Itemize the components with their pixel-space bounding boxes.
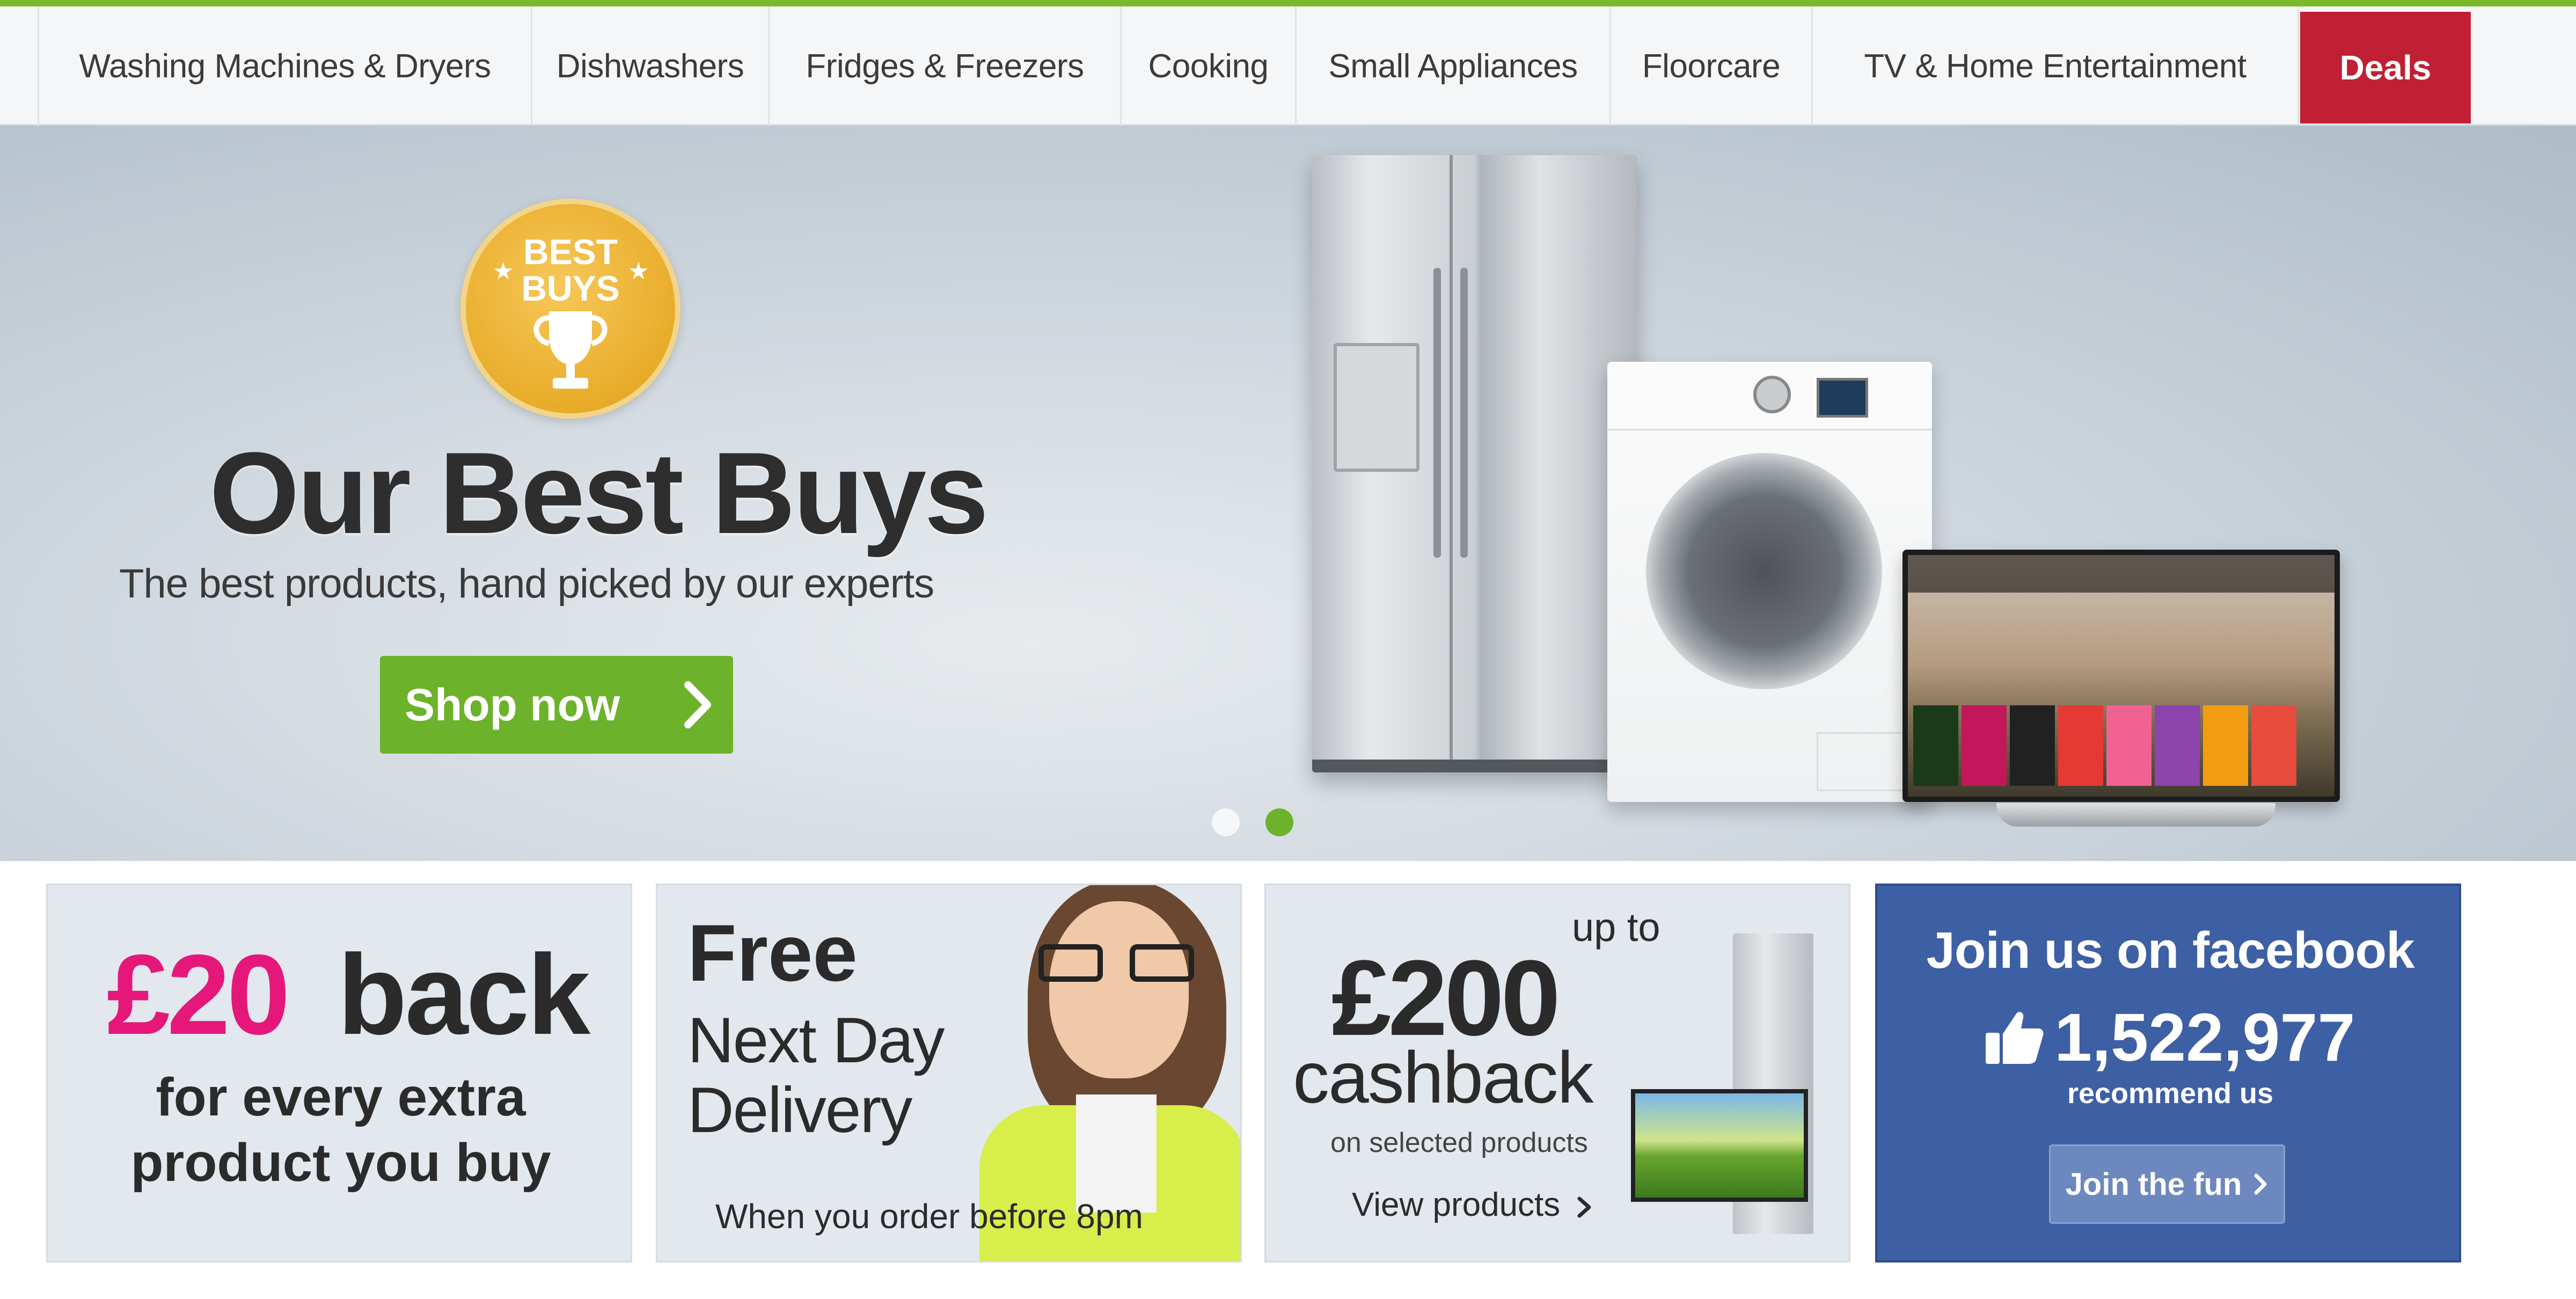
nav-item-label: Cooking xyxy=(1148,47,1269,85)
promo-card-extra-product[interactable]: £20 back for every extra product you buy xyxy=(46,884,632,1262)
trophy-icon xyxy=(533,311,608,389)
promo-card-facebook[interactable]: Join us on facebook 1,522,977 recommend … xyxy=(1875,884,2461,1262)
nav-item-fridges-freezers[interactable]: Fridges & Freezers xyxy=(770,6,1122,126)
promo-line-2: product you buy xyxy=(130,1133,551,1193)
category-nav: Washing Machines & Dryers Dishwashers Fr… xyxy=(0,6,2576,126)
badge-line-2: BUYS xyxy=(521,268,620,308)
nav-item-label: Fridges & Freezers xyxy=(806,47,1084,85)
cashback-qualifier: on selected products xyxy=(1330,1127,1588,1158)
nav-item-label: Dishwashers xyxy=(556,47,744,85)
nav-item-small-appliances[interactable]: Small Appliances xyxy=(1297,6,1611,126)
hero-title: Our Best Buys xyxy=(209,428,989,558)
promo-amount: £20 xyxy=(107,931,290,1058)
chevron-right-icon xyxy=(2254,1173,2267,1195)
facebook-title: Join us on facebook xyxy=(1926,922,2414,979)
nav-item-tv-home-entertainment[interactable]: TV & Home Entertainment xyxy=(1813,6,2299,126)
nav-item-dishwashers[interactable]: Dishwashers xyxy=(532,6,770,126)
delivery-line-2: Next Day xyxy=(687,1004,945,1076)
nav-item-floorcare[interactable]: Floorcare xyxy=(1611,6,1813,126)
join-the-fun-label: Join the fun xyxy=(2065,1166,2242,1202)
shop-now-label: Shop now xyxy=(405,679,620,730)
washing-machine-image xyxy=(1607,362,1932,802)
chevron-right-icon xyxy=(1577,1196,1591,1218)
tv-thumbnail xyxy=(1631,1089,1808,1202)
carousel-dot-2-active[interactable] xyxy=(1265,808,1293,836)
view-products-label: View products xyxy=(1352,1186,1561,1223)
chevron-right-icon xyxy=(684,681,711,728)
promo-card-cashback[interactable]: up to £200 cashback on selected products… xyxy=(1264,884,1850,1262)
thumbs-up-icon xyxy=(1986,1012,2044,1064)
facebook-like-count: 1,522,977 xyxy=(2054,999,2355,1075)
nav-item-deals[interactable]: Deals xyxy=(2300,12,2471,123)
tv-stand xyxy=(1996,803,2275,827)
hero-banner[interactable]: ★ ★ BEST BUYS Our Best Buys The best pro… xyxy=(0,126,2576,861)
delivery-line-1: Free xyxy=(687,908,858,998)
cashback-word: cashback xyxy=(1293,1037,1594,1118)
carousel-dot-1[interactable] xyxy=(1212,808,1240,836)
promo-line-1: for every extra xyxy=(156,1067,526,1127)
delivery-line-3: Delivery xyxy=(687,1074,912,1146)
cashback-prefix: up to xyxy=(1572,905,1660,950)
fridge-freezer-image xyxy=(1312,155,1637,772)
nav-item-washing-machines[interactable]: Washing Machines & Dryers xyxy=(38,6,532,126)
nav-item-label: Floorcare xyxy=(1642,47,1781,85)
nav-item-label: Washing Machines & Dryers xyxy=(79,47,491,85)
promo-card-delivery[interactable]: Free Next Day Delivery When you order be… xyxy=(656,884,1242,1262)
hero-subtitle: The best products, hand picked by our ex… xyxy=(119,561,934,607)
nav-deals-label: Deals xyxy=(2339,48,2432,87)
television-image xyxy=(1902,550,2340,802)
best-buys-badge: ★ ★ BEST BUYS xyxy=(460,199,680,419)
view-products-link[interactable]: View products xyxy=(1352,1186,1593,1224)
join-the-fun-button[interactable]: Join the fun xyxy=(2049,1144,2285,1224)
badge-line-1: BEST xyxy=(523,232,618,272)
top-accent-bar xyxy=(0,0,2576,6)
nav-item-cooking[interactable]: Cooking xyxy=(1122,6,1297,126)
facebook-recommend-text: recommend us xyxy=(2067,1077,2274,1110)
promo-amount-word: back xyxy=(338,931,590,1058)
nav-item-label: Small Appliances xyxy=(1328,47,1578,85)
shop-now-button[interactable]: Shop now xyxy=(380,656,733,754)
delivery-note: When you order before 8pm xyxy=(715,1197,1143,1236)
nav-item-label: TV & Home Entertainment xyxy=(1864,47,2246,85)
